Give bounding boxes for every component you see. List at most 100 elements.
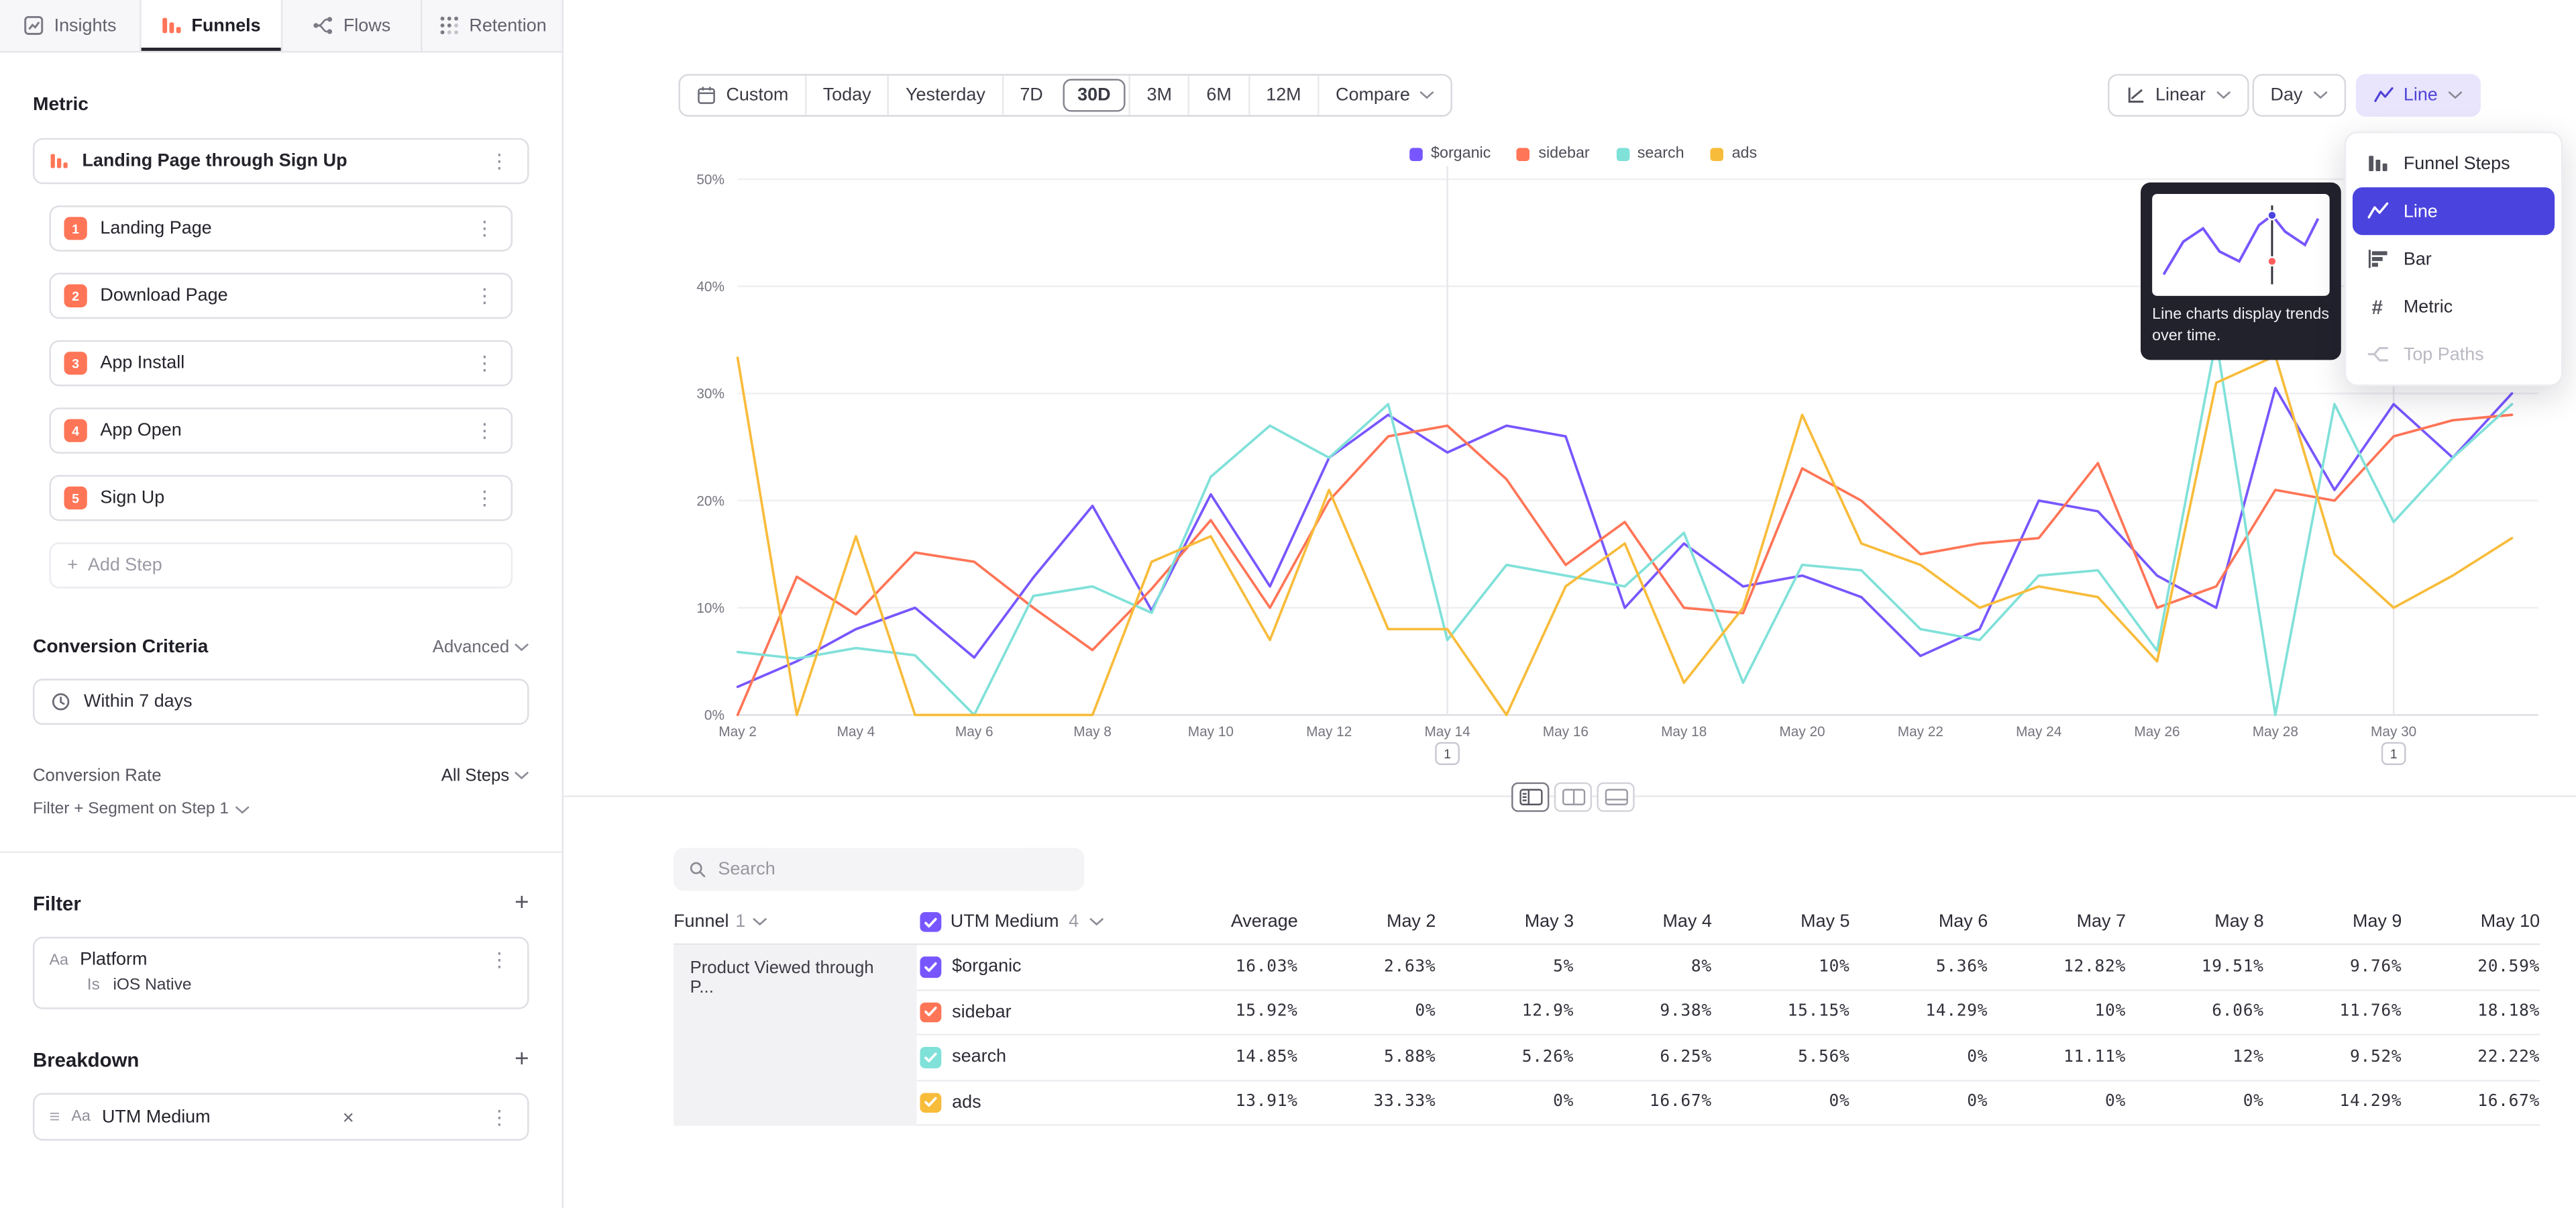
- add-filter-button[interactable]: +: [515, 891, 529, 915]
- layout-table-toggle[interactable]: [1597, 783, 1634, 812]
- add-step-button[interactable]: + Add Step: [49, 542, 513, 589]
- legend-item-ads[interactable]: ads: [1711, 145, 1757, 163]
- chart-legend: $organic sidebar search ads: [1409, 145, 1757, 163]
- menu-item-bar[interactable]: Bar: [2353, 235, 2555, 283]
- svg-text:May 30: May 30: [2371, 724, 2416, 740]
- interval-dropdown-button[interactable]: Day: [2253, 74, 2346, 117]
- series-checkbox[interactable]: [920, 1047, 941, 1068]
- date-column-header[interactable]: May 9: [2264, 912, 2402, 932]
- cell-value: 16.67%: [2402, 1093, 2540, 1111]
- funnel-title: Landing Page through Sign Up: [82, 151, 347, 170]
- legend-item-organic[interactable]: $organic: [1409, 145, 1491, 163]
- svg-text:May 20: May 20: [1779, 724, 1825, 740]
- metric-heading: Metric: [33, 95, 529, 115]
- date-column-header[interactable]: May 6: [1850, 912, 1988, 932]
- drag-handle-icon[interactable]: ≡: [49, 1107, 60, 1126]
- tab-retention[interactable]: Retention: [423, 0, 564, 51]
- date-column-header[interactable]: May 8: [2126, 912, 2264, 932]
- date-column-header[interactable]: May 7: [1988, 912, 2126, 932]
- cell-value: 18.18%: [2402, 1003, 2540, 1021]
- legend-item-search[interactable]: search: [1616, 145, 1684, 163]
- legend-item-sidebar[interactable]: sidebar: [1517, 145, 1590, 163]
- breakdown-card[interactable]: ≡ Aa UTM Medium × ⋮: [33, 1093, 529, 1141]
- property-type-icon: Aa: [49, 951, 68, 969]
- annotation-badge[interactable]: 1: [2382, 743, 2405, 764]
- range-30d-button[interactable]: 30D: [1063, 79, 1126, 112]
- cell-value: 0%: [1298, 1003, 1436, 1021]
- range-yesterday-button[interactable]: Yesterday: [888, 76, 1002, 115]
- filter-value[interactable]: iOS Native: [113, 976, 191, 995]
- layout-chart-toggle[interactable]: [1554, 783, 1592, 812]
- funnel-name-cell[interactable]: Product Viewed through P...: [674, 945, 916, 1125]
- kebab-menu-icon[interactable]: ⋮: [472, 421, 498, 440]
- table-row-search[interactable]: search14.85%5.88%5.26%6.25%5.56%0%11.11%…: [674, 1036, 2540, 1080]
- series-checkbox[interactable]: [920, 1002, 941, 1023]
- kebab-menu-icon[interactable]: ⋮: [472, 219, 498, 238]
- tab-flows[interactable]: Flows: [282, 0, 423, 51]
- range-12m-button[interactable]: 12M: [1248, 76, 1318, 115]
- layout-split-toggle[interactable]: [1511, 783, 1549, 812]
- funnel-step-download-page[interactable]: 2Download Page⋮: [49, 273, 513, 319]
- kebab-menu-icon[interactable]: ⋮: [486, 950, 513, 970]
- range-3m-button[interactable]: 3M: [1129, 76, 1189, 115]
- funnel-step-landing-page[interactable]: 1Landing Page⋮: [49, 205, 513, 252]
- all-steps-dropdown[interactable]: All Steps: [441, 766, 529, 785]
- chart-type-dropdown-button[interactable]: Line: [2356, 74, 2481, 117]
- funnel-metric-icon: [49, 151, 68, 170]
- breakdown-table: Funnel 1 UTM Medium 4 AverageMay 2May 3M…: [674, 901, 2540, 1126]
- kebab-menu-icon[interactable]: ⋮: [486, 151, 513, 170]
- compare-button[interactable]: Compare: [1318, 76, 1451, 115]
- funnel-title-card[interactable]: Landing Page through Sign Up ⋮: [33, 138, 529, 185]
- kebab-menu-icon[interactable]: ⋮: [486, 1107, 513, 1126]
- tab-label: Flows: [343, 15, 390, 35]
- filter-card[interactable]: Aa Platform ⋮ Is iOS Native: [33, 937, 529, 1009]
- date-column-header[interactable]: May 5: [1712, 912, 1850, 932]
- range-custom-button[interactable]: Custom: [680, 76, 805, 115]
- menu-item-line[interactable]: Line: [2353, 187, 2555, 235]
- menu-item-metric[interactable]: #Metric: [2353, 283, 2555, 330]
- tab-insights[interactable]: Insights: [0, 0, 141, 51]
- scale-dropdown-button[interactable]: Linear: [2108, 74, 2249, 117]
- funnel-step-app-open[interactable]: 4App Open⋮: [49, 407, 513, 454]
- cell-value: 2.63%: [1298, 958, 1436, 976]
- cell-value: 8%: [1574, 958, 1712, 976]
- filter-segment-dropdown[interactable]: Filter + Segment on Step 1: [33, 801, 529, 819]
- select-all-checkbox[interactable]: [920, 912, 941, 933]
- average-column-header[interactable]: Average: [1150, 912, 1297, 932]
- annotation-badge[interactable]: 1: [1436, 743, 1458, 764]
- search-input[interactable]: [718, 860, 1069, 879]
- filter-operator[interactable]: Is: [87, 976, 100, 995]
- svg-text:10%: 10%: [696, 601, 724, 616]
- tab-funnels[interactable]: Funnels: [141, 0, 282, 51]
- kebab-menu-icon[interactable]: ⋮: [472, 354, 498, 373]
- date-column-header[interactable]: May 10: [2402, 912, 2540, 932]
- menu-item-funnel-steps[interactable]: Funnel Steps: [2353, 140, 2555, 187]
- funnel-steps-list: 1Landing Page⋮ 2Download Page⋮ 3App Instal…: [33, 205, 529, 521]
- funnel-step-app-install[interactable]: 3App Install⋮: [49, 340, 513, 387]
- table-row-sidebar[interactable]: sidebar15.92%0%12.9%9.38%15.15%14.29%10%…: [674, 991, 2540, 1036]
- kebab-menu-icon[interactable]: ⋮: [472, 286, 498, 305]
- date-column-header[interactable]: May 2: [1298, 912, 1436, 932]
- svg-text:May 14: May 14: [1424, 724, 1470, 740]
- date-column-header[interactable]: May 3: [1436, 912, 1574, 932]
- kebab-menu-icon[interactable]: ⋮: [472, 488, 498, 507]
- date-column-header[interactable]: May 4: [1574, 912, 1712, 932]
- range-6m-button[interactable]: 6M: [1188, 76, 1248, 115]
- linear-scale-icon: [2126, 85, 2145, 105]
- funnel-step-sign-up[interactable]: 5Sign Up⋮: [49, 475, 513, 521]
- close-icon[interactable]: ×: [343, 1105, 354, 1128]
- funnel-column-header[interactable]: Funnel 1: [674, 912, 920, 932]
- table-row-organic[interactable]: $organic16.03%2.63%5%8%10%5.36%12.82%19.…: [674, 945, 2540, 990]
- cell-value: 10%: [1712, 958, 1850, 976]
- average-value: 13.91%: [1150, 1093, 1297, 1111]
- advanced-dropdown[interactable]: Advanced: [433, 638, 529, 657]
- series-checkbox[interactable]: [920, 956, 941, 977]
- table-row-ads[interactable]: ads13.91%33.33%0%16.67%0%0%0%0%14.29%16.…: [674, 1080, 2540, 1125]
- add-breakdown-button[interactable]: +: [515, 1047, 529, 1072]
- utm-column-header[interactable]: UTM Medium 4: [920, 912, 1150, 933]
- conversion-window-button[interactable]: Within 7 days: [33, 678, 529, 725]
- range-7d-button[interactable]: 7D: [1002, 76, 1059, 115]
- range-today-button[interactable]: Today: [805, 76, 888, 115]
- series-checkbox[interactable]: [920, 1092, 941, 1113]
- cell-value: 0%: [1850, 1093, 1988, 1111]
